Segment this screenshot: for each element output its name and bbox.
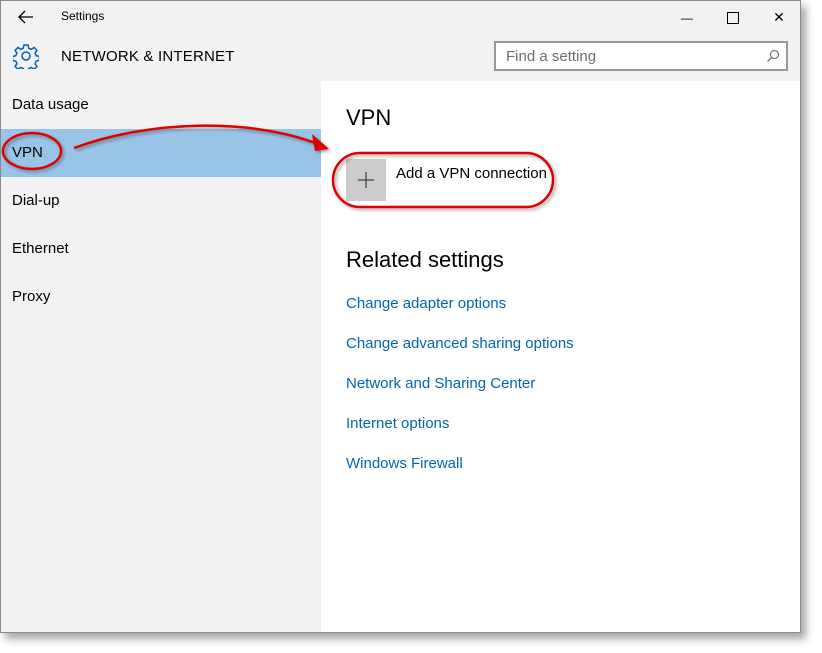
section-title: NETWORK & INTERNET bbox=[61, 48, 235, 65]
back-arrow-icon bbox=[18, 10, 33, 24]
add-vpn-label: Add a VPN connection bbox=[396, 165, 547, 182]
search-icon[interactable] bbox=[766, 49, 780, 63]
link-change-adapter-options[interactable]: Change adapter options bbox=[346, 295, 506, 312]
sidebar-item-vpn[interactable]: VPN bbox=[1, 129, 321, 177]
settings-window: Settings — ✕ NETWORK & INTERNET Data u bbox=[0, 0, 801, 633]
link-internet-options[interactable]: Internet options bbox=[346, 415, 449, 432]
main-content: VPN Add a VPN connection Related setting… bbox=[321, 81, 800, 632]
sidebar: Data usage VPN Dial-up Ethernet Proxy bbox=[1, 81, 321, 632]
plus-icon bbox=[358, 172, 374, 188]
sidebar-item-dial-up[interactable]: Dial-up bbox=[1, 177, 321, 225]
back-button[interactable] bbox=[13, 7, 39, 27]
sidebar-item-data-usage[interactable]: Data usage bbox=[1, 81, 321, 129]
page-header: NETWORK & INTERNET bbox=[1, 33, 800, 81]
close-icon: ✕ bbox=[773, 9, 785, 25]
maximize-icon bbox=[727, 12, 739, 25]
sidebar-item-ethernet[interactable]: Ethernet bbox=[1, 225, 321, 273]
title-bar: Settings — ✕ bbox=[1, 1, 800, 33]
link-network-and-sharing-center[interactable]: Network and Sharing Center bbox=[346, 375, 535, 392]
related-settings-heading: Related settings bbox=[346, 247, 504, 272]
search-input[interactable] bbox=[496, 43, 766, 69]
maximize-button[interactable] bbox=[710, 1, 756, 33]
page-title: VPN bbox=[346, 105, 392, 130]
search-box[interactable] bbox=[494, 41, 788, 71]
add-vpn-connection-button[interactable]: Add a VPN connection bbox=[346, 159, 566, 201]
link-windows-firewall[interactable]: Windows Firewall bbox=[346, 455, 463, 472]
link-change-advanced-sharing-options[interactable]: Change advanced sharing options bbox=[346, 335, 574, 352]
sidebar-item-proxy[interactable]: Proxy bbox=[1, 273, 321, 321]
minimize-button[interactable]: — bbox=[664, 1, 710, 33]
gear-icon bbox=[13, 44, 39, 69]
minimize-icon: — bbox=[681, 11, 693, 25]
window-title: Settings bbox=[61, 9, 105, 23]
add-vpn-tile[interactable] bbox=[346, 159, 386, 201]
close-button[interactable]: ✕ bbox=[756, 1, 802, 33]
